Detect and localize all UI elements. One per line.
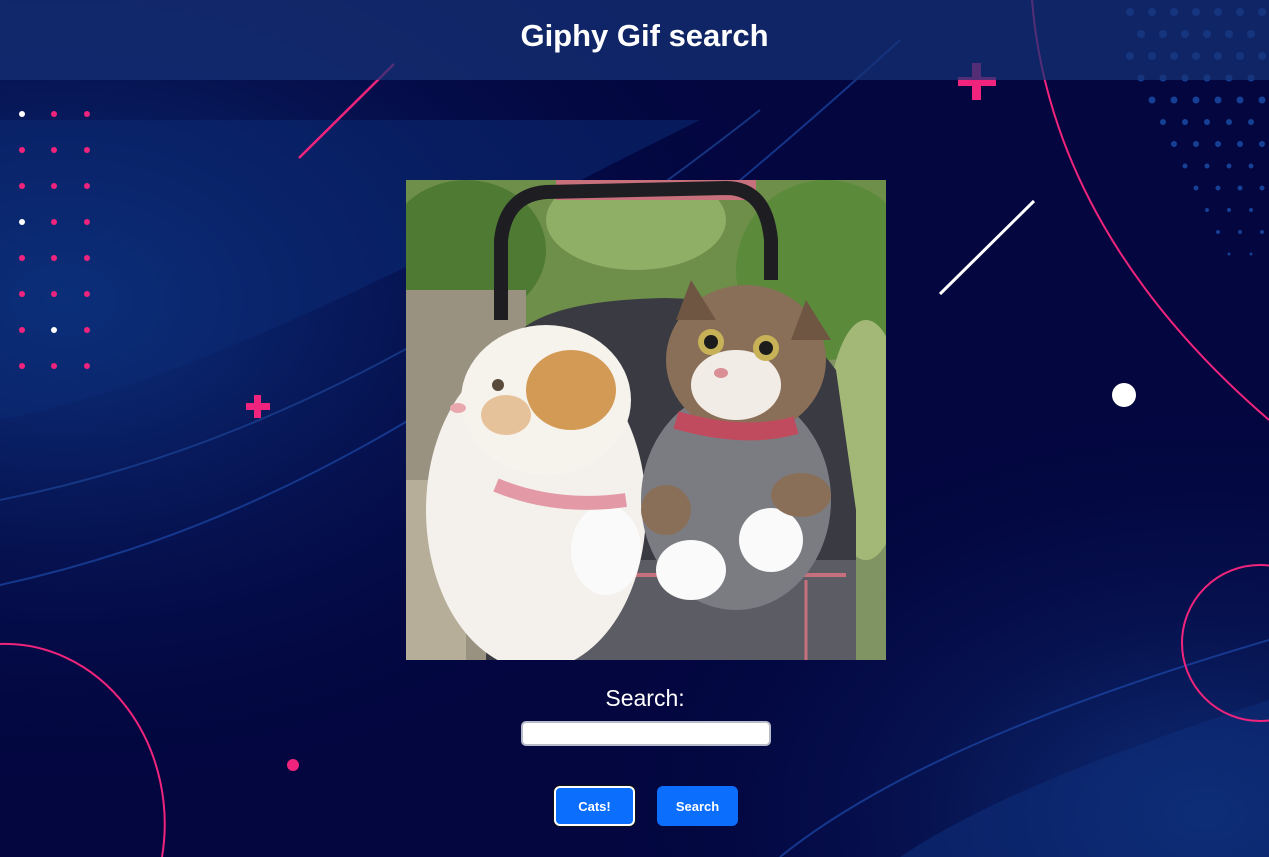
search-button[interactable]: Search (657, 786, 738, 826)
page-header: Giphy Gif search (0, 0, 1269, 80)
cats-button[interactable]: Cats! (554, 786, 635, 826)
image-icon (406, 180, 886, 660)
page-title: Giphy Gif search (520, 18, 769, 53)
search-label: Search: (605, 685, 685, 711)
search-input[interactable] (521, 721, 771, 746)
gif-image (406, 180, 886, 660)
